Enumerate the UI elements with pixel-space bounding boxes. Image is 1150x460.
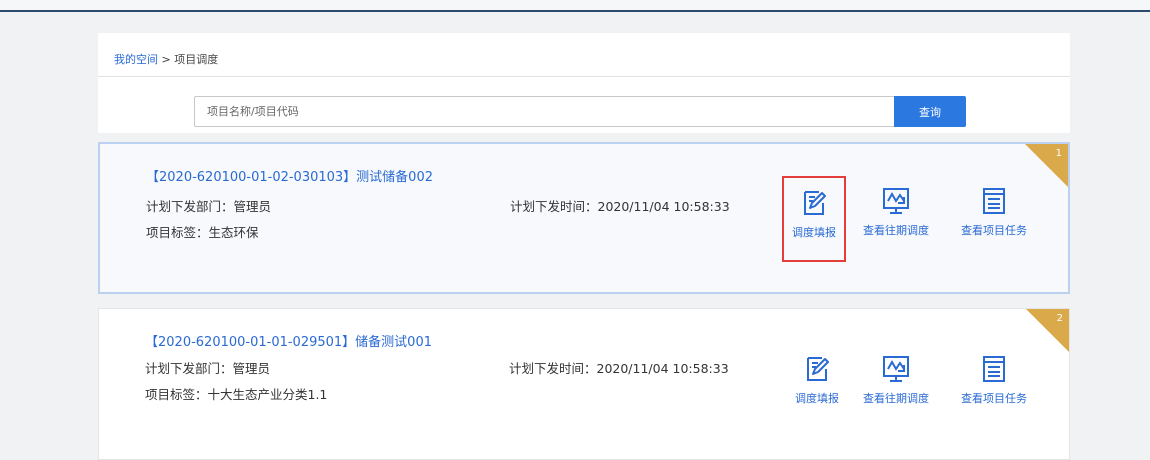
chart-monitor-icon [883,188,909,214]
project-tasks-label: 查看项目任务 [961,224,1027,237]
history-schedule-label: 查看往期调度 [863,224,929,237]
history-schedule-label: 查看往期调度 [863,392,929,405]
task-list-icon [983,356,1005,382]
schedule-fill-button[interactable]: 调度填报 [782,176,846,262]
panel-divider [98,76,1070,77]
schedule-fill-button[interactable]: 调度填报 [785,354,849,406]
search-panel: 我的空间 > 项目调度 查询 [98,33,1070,133]
edit-icon [804,191,826,215]
search-input[interactable] [194,96,894,127]
search-button[interactable]: 查询 [894,96,966,127]
project-title-link[interactable]: 【2020-620100-01-02-030103】测试储备002 [146,166,433,185]
breadcrumb: 我的空间 > 项目调度 [114,51,218,67]
project-tasks-button[interactable]: 查看项目任务 [952,354,1036,406]
schedule-fill-label: 调度填报 [795,392,839,405]
project-tag: 项目标签：生态环保 [146,225,259,240]
project-tag: 项目标签：十大生态产业分类1.1 [145,387,328,402]
chart-monitor-icon [883,356,909,382]
project-card: 2 【2020-620100-01-01-029501】储备测试001 计划下发… [98,308,1070,460]
breadcrumb-separator: > [161,53,171,66]
breadcrumb-home-link[interactable]: 我的空间 [114,53,158,66]
edit-icon [807,357,829,381]
project-index: 1 [1055,148,1062,159]
plan-time: 计划下发时间：2020/11/04 10:58:33 [509,361,729,376]
project-title-link[interactable]: 【2020-620100-01-01-029501】储备测试001 [145,331,432,350]
history-schedule-button[interactable]: 查看往期调度 [856,354,936,406]
project-index: 2 [1056,313,1063,324]
plan-dept: 计划下发部门：管理员 [145,361,271,376]
breadcrumb-current: 项目调度 [174,53,219,66]
task-list-icon [983,188,1005,214]
plan-time: 计划下发时间：2020/11/04 10:58:33 [510,199,730,214]
project-card: 1 【2020-620100-01-02-030103】测试储备002 计划下发… [98,142,1070,294]
top-bar [0,0,1150,12]
project-tasks-button[interactable]: 查看项目任务 [952,186,1036,238]
plan-dept: 计划下发部门：管理员 [146,199,272,214]
history-schedule-button[interactable]: 查看往期调度 [856,186,936,238]
project-tasks-label: 查看项目任务 [961,392,1027,405]
schedule-fill-label: 调度填报 [792,226,836,239]
